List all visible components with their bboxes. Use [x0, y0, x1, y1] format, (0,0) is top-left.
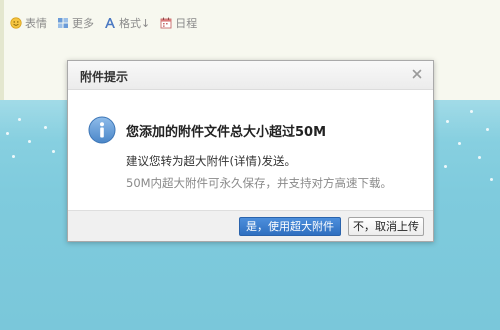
close-button[interactable] [410, 67, 424, 81]
toolbar-emoji-label: 表情 [25, 17, 47, 30]
background-dot [44, 126, 47, 129]
dialog-message: 您添加的附件文件总大小超过50M [126, 125, 327, 140]
background-dot [52, 150, 55, 153]
grid-icon [57, 17, 69, 29]
dialog-header: 附件提示 [68, 61, 433, 90]
cancel-upload-button[interactable]: 不，取消上传 [348, 217, 424, 236]
background-dot [458, 142, 461, 145]
use-large-attachment-button[interactable]: 是，使用超大附件 [239, 217, 341, 236]
toolbar-schedule[interactable]: 日程 [160, 15, 197, 31]
background-dot [444, 165, 447, 168]
toolbar-emoji[interactable]: 表情 [10, 15, 47, 31]
background-dot [12, 155, 15, 158]
background-dot [446, 120, 449, 123]
info-icon [88, 116, 116, 144]
calendar-icon [160, 17, 172, 29]
background-dot [490, 178, 493, 181]
background-dot [18, 118, 21, 121]
background-dot [470, 110, 473, 113]
dialog-title: 附件提示 [80, 70, 129, 84]
toolbar-more-label: 更多 [72, 17, 94, 30]
background-dot [486, 128, 489, 131]
smiley-icon [10, 17, 22, 29]
background-dot [28, 140, 31, 143]
font-format-icon [104, 17, 116, 29]
editor-toolbar: 表情 更多 格式↓ 日程 [10, 14, 197, 32]
dialog-note: 50M内超大附件可永久保存，并支持对方高速下载。 [126, 176, 393, 190]
close-icon [410, 67, 424, 81]
editor-left-border [0, 0, 4, 100]
toolbar-more[interactable]: 更多 [57, 15, 94, 31]
dialog-suggestion: 建议您转为超大附件(详情)发送。 [126, 154, 296, 168]
toolbar-format-label: 格式↓ [119, 17, 151, 30]
background-dot [6, 132, 9, 135]
toolbar-schedule-label: 日程 [175, 17, 198, 30]
toolbar-format[interactable]: 格式↓ [104, 15, 150, 31]
dialog-footer: 是，使用超大附件 不，取消上传 [68, 210, 433, 241]
attachment-dialog: 附件提示 您添加的附件文件总大小超过50M 建议您转为超大附件(详情)发送。 5… [67, 60, 434, 242]
background-dot [478, 156, 481, 159]
